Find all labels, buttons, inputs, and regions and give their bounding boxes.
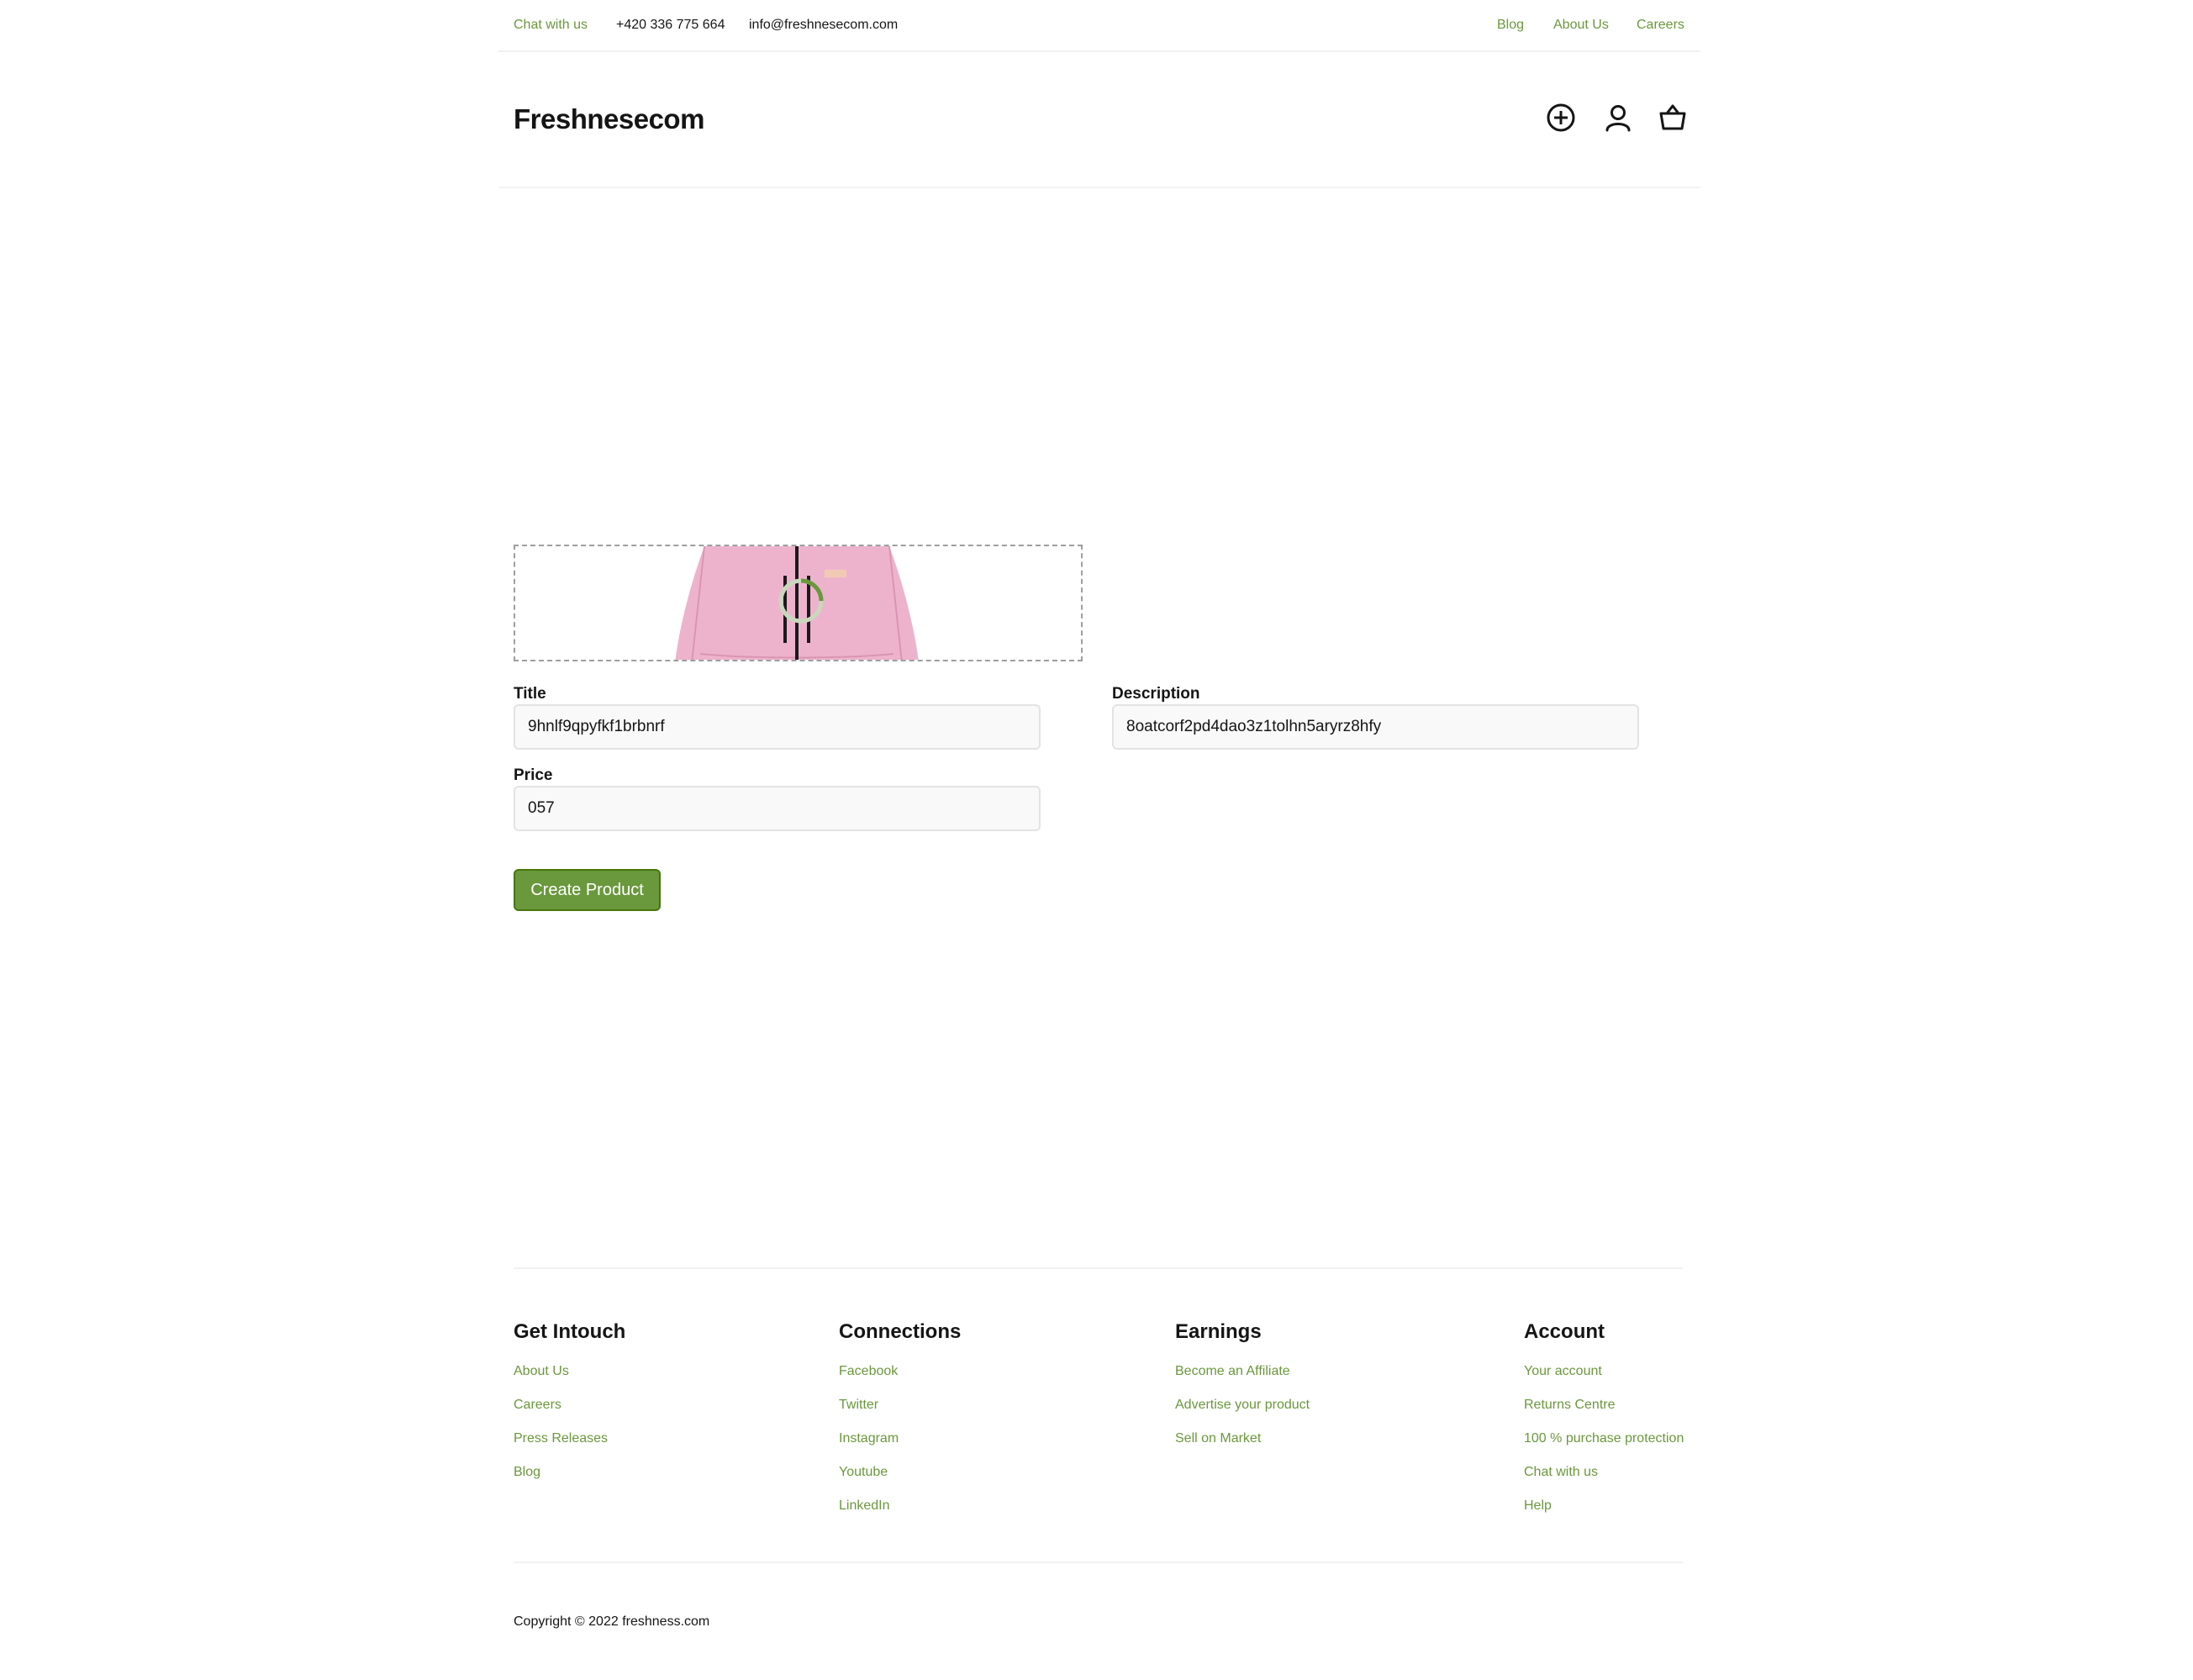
blog-link[interactable]: Blog — [1497, 17, 1524, 34]
footer-column-connections: Connections Facebook Twitter Instagram Y… — [839, 1319, 961, 1514]
site-header: Freshnesecom — [498, 50, 1700, 188]
footer-link-advertise-product[interactable]: Advertise your product — [1175, 1397, 1310, 1414]
footer-link-sell-on-market[interactable]: Sell on Market — [1175, 1430, 1310, 1447]
footer-link-your-account[interactable]: Your account — [1524, 1363, 1684, 1380]
footer-link-twitter[interactable]: Twitter — [839, 1397, 961, 1414]
footer-column-get-intouch: Get Intouch About Us Careers Press Relea… — [514, 1319, 625, 1481]
create-product-button[interactable]: Create Product — [514, 869, 661, 911]
footer-link-facebook[interactable]: Facebook — [839, 1363, 961, 1380]
about-us-link[interactable]: About Us — [1553, 17, 1609, 34]
footer-heading: Earnings — [1175, 1320, 1262, 1343]
title-label: Title — [514, 685, 546, 703]
footer-divider — [514, 1267, 1683, 1269]
footer-column-account: Account Your account Returns Centre 100 … — [1524, 1319, 1684, 1514]
footer-link-chat-with-us[interactable]: Chat with us — [1524, 1464, 1684, 1481]
top-info-bar: Chat with us +420 336 775 664 info@fresh… — [498, 0, 1700, 52]
site-logo[interactable]: Freshnesecom — [514, 103, 704, 136]
description-label: Description — [1112, 685, 1200, 703]
footer-link-returns-centre[interactable]: Returns Centre — [1524, 1397, 1684, 1414]
footer-link-instagram[interactable]: Instagram — [839, 1430, 961, 1447]
title-input[interactable] — [514, 704, 1041, 750]
basket-icon[interactable] — [1656, 101, 1690, 134]
email-address: info@freshnesecom.com — [749, 18, 899, 32]
price-input[interactable] — [514, 786, 1041, 831]
phone-number: +420 336 775 664 — [616, 18, 725, 32]
footer-heading: Connections — [839, 1320, 962, 1343]
footer-link-help[interactable]: Help — [1524, 1498, 1684, 1514]
copyright-text: Copyright © 2022 freshness.com — [514, 1614, 710, 1629]
user-icon[interactable] — [1601, 101, 1635, 134]
careers-link[interactable]: Careers — [1637, 17, 1684, 34]
footer-link-careers[interactable]: Careers — [514, 1397, 625, 1414]
footer-heading: Account — [1524, 1320, 1605, 1343]
chat-link[interactable]: Chat with us — [514, 17, 588, 34]
footer-link-about-us[interactable]: About Us — [514, 1363, 625, 1380]
price-label: Price — [514, 766, 553, 784]
footer-bottom-divider — [514, 1562, 1683, 1563]
footer-link-youtube[interactable]: Youtube — [839, 1464, 961, 1481]
loading-spinner-icon — [778, 578, 824, 624]
footer-heading: Get Intouch — [514, 1320, 626, 1343]
footer-link-purchase-protection[interactable]: 100 % purchase protection — [1524, 1430, 1684, 1447]
footer-link-linkedin[interactable]: LinkedIn — [839, 1498, 961, 1514]
footer-column-earnings: Earnings Become an Affiliate Advertise y… — [1175, 1319, 1310, 1447]
description-input[interactable] — [1112, 704, 1639, 750]
footer-link-press-releases[interactable]: Press Releases — [514, 1430, 625, 1447]
footer-link-blog[interactable]: Blog — [514, 1464, 625, 1481]
product-image-dropzone[interactable] — [514, 545, 1083, 661]
add-circle-icon[interactable] — [1544, 101, 1578, 134]
footer-link-become-affiliate[interactable]: Become an Affiliate — [1175, 1363, 1310, 1380]
